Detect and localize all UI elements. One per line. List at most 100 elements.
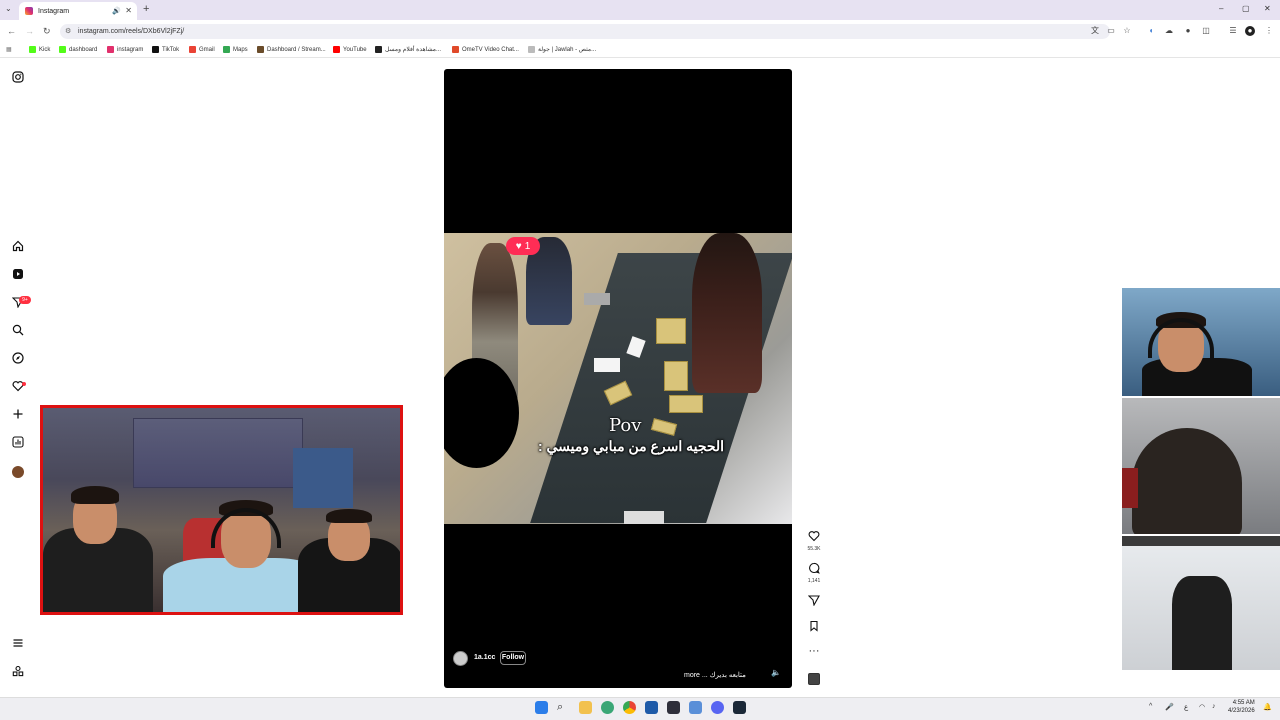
- plus-icon[interactable]: [11, 408, 25, 422]
- tray-chevron-icon[interactable]: ^: [1149, 703, 1152, 710]
- reel-caption[interactable]: more ... متابعه بديرك: [684, 671, 746, 679]
- address-bar[interactable]: ⚙ instagram.com/reels/DXb6Vl2jFZj/: [60, 24, 1110, 39]
- reload-icon[interactable]: ↻: [43, 26, 51, 37]
- instagram-icon: [107, 46, 114, 53]
- profile-avatar[interactable]: [12, 466, 24, 478]
- discord-icon[interactable]: [711, 701, 724, 714]
- wifi-icon[interactable]: ◠: [1199, 703, 1205, 711]
- comment-icon[interactable]: [806, 562, 822, 577]
- clock-time: 4:55 AM: [1232, 700, 1255, 706]
- chrome-icon[interactable]: [623, 701, 636, 714]
- bookmark-label: مشاهدة أفلام ومسل...: [385, 47, 442, 53]
- owner-avatar[interactable]: [453, 651, 468, 666]
- speaker-icon[interactable]: 🔊: [112, 7, 121, 15]
- maximize-button[interactable]: ▢: [1242, 4, 1250, 13]
- audio-thumbnail[interactable]: [808, 673, 820, 685]
- bookmark-dashboard[interactable]: dashboard: [59, 46, 97, 53]
- overlay-caption: الحجيه اسرع من مبابي وميسي :: [537, 438, 725, 454]
- monitor-edge: [1122, 536, 1280, 546]
- instagram-logo-icon[interactable]: [11, 71, 25, 85]
- back-icon[interactable]: ←: [7, 26, 16, 36]
- bookmark-label: Kick: [39, 46, 51, 53]
- search-icon[interactable]: [11, 324, 25, 338]
- background-object: [1122, 468, 1138, 508]
- compass-icon[interactable]: [11, 352, 25, 366]
- bookmark-maps[interactable]: Maps: [223, 46, 248, 53]
- profile-avatar-icon[interactable]: ●: [1245, 26, 1255, 36]
- downloads-icon[interactable]: ☰: [1228, 26, 1238, 36]
- chart-icon[interactable]: [11, 436, 25, 450]
- bookmark-gmail[interactable]: Gmail: [189, 46, 215, 53]
- system-clock[interactable]: 4:55 AM 4/23/2026: [1228, 699, 1255, 715]
- webcam-tile: [1122, 288, 1280, 396]
- gmail-icon: [189, 46, 196, 53]
- also-from-meta-icon[interactable]: [11, 665, 25, 679]
- tiktok-icon: [152, 46, 159, 53]
- reel-player[interactable]: ♥ 1 Pov الحجيه اسرع من مبابي وميسي : 1a.…: [444, 69, 792, 688]
- close-window-button[interactable]: ✕: [1264, 4, 1271, 13]
- minimize-button[interactable]: –: [1219, 4, 1223, 13]
- more-options-icon[interactable]: ···: [806, 645, 822, 657]
- bookmark-jawlah[interactable]: جولة | Jawlah - مثص...: [528, 46, 596, 53]
- search-icon[interactable]: ⌕: [557, 701, 570, 714]
- bookmark-label: OmeTV Video Chat...: [462, 46, 519, 53]
- volume-icon[interactable]: ♪: [1212, 703, 1216, 710]
- hamburger-menu-icon[interactable]: [11, 637, 25, 651]
- app-icon[interactable]: [689, 701, 702, 714]
- bookmark-movies[interactable]: مشاهدة أفلام ومسل...: [375, 46, 441, 53]
- bookmark-youtube[interactable]: YouTube: [333, 46, 367, 53]
- webcam-overlay-main: [40, 405, 403, 615]
- start-button-icon[interactable]: [535, 701, 548, 714]
- save-bookmark-icon[interactable]: [806, 620, 822, 635]
- site-icon: [375, 46, 382, 53]
- maps-icon: [223, 46, 230, 53]
- extension-cloud-icon[interactable]: ☁: [1164, 26, 1174, 36]
- apps-grid-icon[interactable]: ▦: [6, 46, 12, 53]
- terminal-icon[interactable]: [667, 701, 680, 714]
- tab-search-icon[interactable]: ⌄: [5, 4, 12, 13]
- site-icon: [528, 46, 535, 53]
- menu-kebab-icon[interactable]: ⋮: [1264, 26, 1274, 36]
- url-text: instagram.com/reels/DXb6Vl2jFZj/: [78, 28, 185, 35]
- bookmark-tiktok[interactable]: TikTok: [152, 46, 179, 53]
- translate-icon[interactable]: 文: [1090, 26, 1100, 36]
- extensions-puzzle-icon[interactable]: ◫: [1201, 26, 1211, 36]
- speaker-icon[interactable]: 🔈: [771, 668, 781, 677]
- bookmark-star-icon[interactable]: ☆: [1122, 26, 1132, 36]
- extension-audio-icon[interactable]: ◖: [1146, 26, 1156, 36]
- browser-tab-instagram[interactable]: Instagram 🔊 ✕: [19, 2, 137, 20]
- kick-icon: [29, 46, 36, 53]
- home-icon[interactable]: [11, 240, 25, 254]
- extension-e-icon[interactable]: ●: [1183, 26, 1193, 36]
- reels-icon[interactable]: [11, 268, 25, 282]
- share-icon[interactable]: [806, 594, 822, 609]
- bookmark-label: instagram: [117, 46, 144, 53]
- bookmark-kick[interactable]: Kick: [29, 46, 50, 53]
- close-tab-icon[interactable]: ✕: [125, 6, 132, 15]
- overlay-title: Pov: [609, 415, 642, 436]
- follow-button[interactable]: Follow: [500, 651, 526, 665]
- edge-browser-icon[interactable]: [601, 701, 614, 714]
- webcam-tile: [1122, 536, 1280, 670]
- forward-icon[interactable]: →: [25, 26, 34, 36]
- bookmark-label: YouTube: [343, 46, 367, 53]
- file-explorer-icon[interactable]: [579, 701, 592, 714]
- owner-username[interactable]: 1a.1cc: [474, 654, 495, 661]
- like-count: 55.3K: [807, 546, 821, 552]
- app-icon[interactable]: [645, 701, 658, 714]
- webcam-tile: [1122, 398, 1280, 534]
- tab-title: Instagram: [38, 7, 70, 15]
- bookmark-dashboard-stream[interactable]: Dashboard / Stream...: [257, 46, 326, 53]
- notifications-bell-icon[interactable]: 🔔: [1263, 703, 1272, 711]
- reel-video-frame: ♥ 1 Pov الحجيه اسرع من مبابي وميسي :: [444, 233, 792, 524]
- bookmark-instagram[interactable]: instagram: [107, 46, 143, 53]
- site-info-icon[interactable]: ⚙: [65, 24, 71, 39]
- microphone-icon[interactable]: 🎤: [1165, 703, 1174, 711]
- new-tab-button[interactable]: +: [143, 3, 149, 15]
- instagram-favicon-icon: [25, 7, 33, 15]
- like-icon[interactable]: [806, 530, 822, 545]
- cast-icon[interactable]: ▭: [1106, 26, 1116, 36]
- language-indicator[interactable]: ع: [1184, 703, 1188, 711]
- steam-icon[interactable]: [733, 701, 746, 714]
- bookmark-ometv[interactable]: OmeTV Video Chat...: [452, 46, 519, 53]
